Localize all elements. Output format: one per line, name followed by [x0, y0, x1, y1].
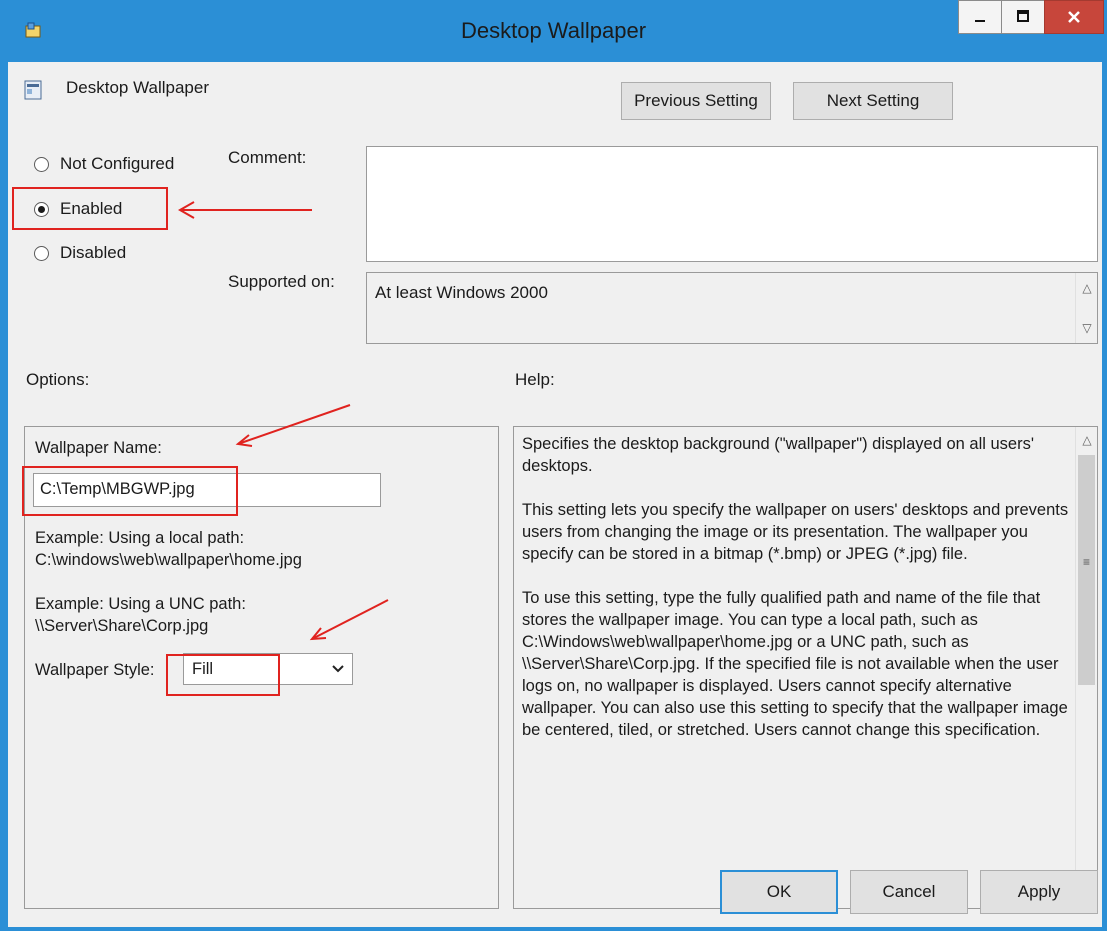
title-bar[interactable]: Desktop Wallpaper	[0, 0, 1107, 62]
arrow-to-wallpaper-style	[309, 599, 389, 641]
maximize-icon	[1017, 10, 1029, 22]
arrow-to-enabled	[177, 201, 312, 219]
maximize-button[interactable]	[1001, 0, 1045, 34]
dialog-body: Desktop Wallpaper Previous Setting Next …	[8, 62, 1102, 927]
close-button[interactable]	[1044, 0, 1104, 34]
annotation-arrows	[177, 201, 389, 641]
close-icon	[1068, 11, 1080, 23]
minimize-button[interactable]	[958, 0, 1002, 34]
arrow-to-wallpaper-name	[235, 404, 351, 447]
dialog-window: Desktop Wallpaper Desktop Wallpaper Prev…	[0, 0, 1107, 931]
minimize-icon	[975, 20, 985, 22]
window-title: Desktop Wallpaper	[460, 18, 647, 43]
